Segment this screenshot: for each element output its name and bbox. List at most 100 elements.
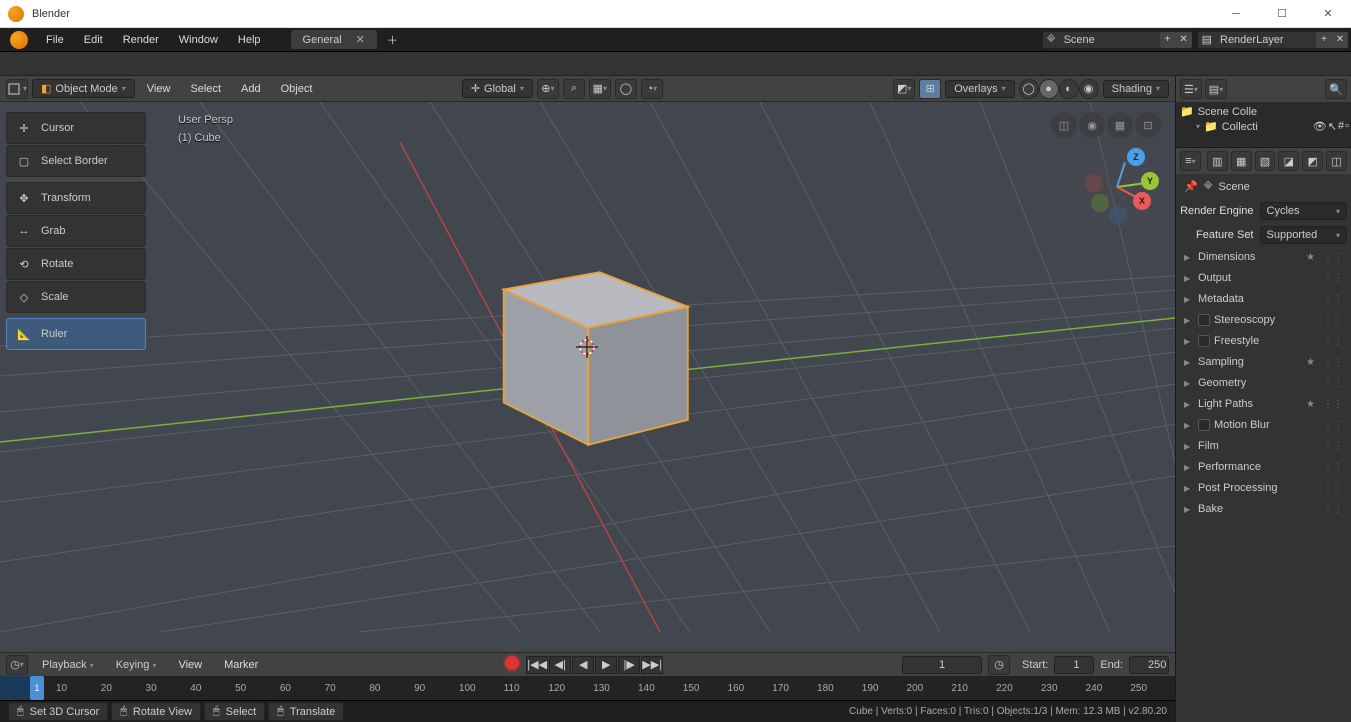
gizmo-y-axis[interactable]: Y [1141,172,1159,190]
outliner-row-collection[interactable]: ▾ 📁 Collecti 👁 ↖ # ▫ [1180,119,1347,134]
visibility-icon[interactable]: 👁 [1313,120,1327,133]
proportional-button[interactable]: ◯ [615,79,637,99]
orientation-selector[interactable]: ✛ Global ▾ [462,79,533,98]
props-filter-5[interactable]: ◩ [1302,151,1323,171]
panel-post-processing[interactable]: ▶Post Processing⋮⋮ [1180,478,1347,499]
tool-ruler[interactable]: 📐Ruler [6,318,146,350]
panel-sampling[interactable]: ▶Sampling★⋮⋮ [1180,352,1347,373]
feature-set-select[interactable]: Supported▾ [1260,226,1348,244]
autokey-toggle[interactable] [505,656,519,670]
panel-motion-blur[interactable]: ▶Motion Blur⋮⋮ [1180,415,1347,436]
renderlayer-remove-button[interactable]: ✕ [1332,32,1348,48]
tool-grab[interactable]: ↔Grab [6,215,146,247]
pin-icon[interactable]: 📌 [1184,180,1198,193]
panel-light-paths[interactable]: ▶Light Paths★⋮⋮ [1180,394,1347,415]
workspace-tab-general[interactable]: General ✕ [291,30,377,49]
nav-perspective-button[interactable]: ▦ [1107,112,1133,138]
collections-button[interactable]: ◩▾ [893,79,915,99]
grip-icon[interactable]: ⋮⋮ [1323,273,1343,284]
scene-name-input[interactable] [1060,32,1160,48]
outliner-search-button[interactable]: 🔍 [1325,79,1347,99]
blender-icon[interactable] [10,31,28,49]
panel-geometry[interactable]: ▶Geometry⋮⋮ [1180,373,1347,394]
grip-icon[interactable]: ⋮⋮ [1323,294,1343,305]
shading-dropdown[interactable]: Shading ▾ [1103,80,1169,98]
gizmo-neg-x[interactable] [1085,174,1103,192]
renderlayer-name-input[interactable] [1216,32,1316,48]
overlays-dropdown[interactable]: Overlays ▾ [945,80,1014,98]
end-frame-input[interactable]: 250 [1129,656,1169,674]
mode-selector[interactable]: ◧ Object Mode ▾ [32,79,135,98]
snap-button[interactable]: ⌕ [563,79,585,99]
timeline-editor-type-button[interactable]: ◷▾ [6,655,28,675]
grip-icon[interactable]: ⋮⋮ [1323,357,1343,368]
star-icon[interactable]: ★ [1306,252,1315,263]
shading-solid-button[interactable]: ● [1039,79,1059,99]
render-icon[interactable]: ▫ [1345,120,1349,133]
timeline-marker[interactable]: Marker [216,655,266,675]
grip-icon[interactable]: ⋮⋮ [1323,378,1343,389]
panel-film[interactable]: ▶Film⋮⋮ [1180,436,1347,457]
grip-icon[interactable]: ⋮⋮ [1323,441,1343,452]
timeline-view[interactable]: View [170,655,210,675]
panel-metadata[interactable]: ▶Metadata⋮⋮ [1180,289,1347,310]
close-icon[interactable]: ✕ [356,33,365,46]
tool-cursor[interactable]: ✛Cursor [6,112,146,144]
start-frame-input[interactable]: 1 [1054,656,1094,674]
grip-icon[interactable]: ⋮⋮ [1323,336,1343,347]
outliner-editor-type-button[interactable]: ☰▾ [1180,79,1202,99]
panel-freestyle[interactable]: ▶Freestyle⋮⋮ [1180,331,1347,352]
panel-checkbox[interactable] [1198,335,1210,347]
grid-icon[interactable]: # [1338,120,1344,133]
jump-next-keyframe-button[interactable]: |▶ [618,656,640,674]
props-filter-4[interactable]: ◪ [1278,151,1299,171]
window-minimize-button[interactable]: ─ [1213,0,1259,28]
panel-checkbox[interactable] [1198,419,1210,431]
outliner-display-mode-button[interactable]: ▤▾ [1205,79,1227,99]
nav-region-button[interactable]: ⊡ [1135,112,1161,138]
grip-icon[interactable]: ⋮⋮ [1323,399,1343,410]
grip-icon[interactable]: ⋮⋮ [1323,315,1343,326]
panel-stereoscopy[interactable]: ▶Stereoscopy⋮⋮ [1180,310,1347,331]
nav-isolate-button[interactable]: ◫ [1051,112,1077,138]
render-engine-select[interactable]: Cycles▾ [1260,202,1348,220]
nav-camera-button[interactable]: ◉ [1079,112,1105,138]
timeline-keying[interactable]: Keying ▾ [108,655,165,675]
navigation-gizmo[interactable]: Z Y X [1077,146,1157,226]
menu-file[interactable]: File [36,30,74,50]
renderlayer-add-button[interactable]: + [1316,32,1332,48]
tool-transform[interactable]: ✥Transform [6,182,146,214]
gizmo-x-axis[interactable]: X [1133,192,1151,210]
renderlayer-selector[interactable]: ▤ + ✕ [1197,31,1349,49]
gizmo-neg-y[interactable] [1091,194,1109,212]
play-reverse-button[interactable]: ◀ [572,656,594,674]
menu-window[interactable]: Window [169,30,228,50]
jump-prev-keyframe-button[interactable]: ◀| [549,656,571,674]
preview-range-button[interactable]: ◷ [988,655,1010,675]
props-filter-3[interactable]: ▧ [1255,151,1276,171]
header-view[interactable]: View [139,79,179,99]
scene-remove-button[interactable]: ✕ [1176,32,1192,48]
panel-performance[interactable]: ▶Performance⋮⋮ [1180,457,1347,478]
timeline-scrubber[interactable]: 1 10203040506070809010011012013014015016… [0,676,1175,700]
jump-to-end-button[interactable]: ▶▶| [641,656,663,674]
panel-dimensions[interactable]: ▶Dimensions★⋮⋮ [1180,247,1347,268]
props-filter-2[interactable]: ▦ [1231,151,1252,171]
current-frame-input[interactable]: 1 [902,656,982,674]
props-context-path[interactable]: 📌 🞜 Scene [1176,174,1351,199]
shading-lookdev-button[interactable]: ◐ [1059,79,1079,99]
tool-select-border[interactable]: ▢Select Border [6,145,146,177]
timeline-playback[interactable]: Playback ▾ [34,655,102,675]
grip-icon[interactable]: ⋮⋮ [1323,462,1343,473]
menu-render[interactable]: Render [113,30,169,50]
header-object[interactable]: Object [273,79,321,99]
snap-options-button[interactable]: ▦▾ [589,79,611,99]
tool-rotate[interactable]: ⟲Rotate [6,248,146,280]
grip-icon[interactable]: ⋮⋮ [1323,252,1343,263]
window-close-button[interactable]: ✕ [1305,0,1351,28]
editor-type-button[interactable]: ▾ [6,79,28,99]
scene-add-button[interactable]: + [1160,32,1176,48]
cursor-icon[interactable]: ↖ [1328,120,1337,133]
star-icon[interactable]: ★ [1306,357,1315,368]
grip-icon[interactable]: ⋮⋮ [1323,504,1343,515]
